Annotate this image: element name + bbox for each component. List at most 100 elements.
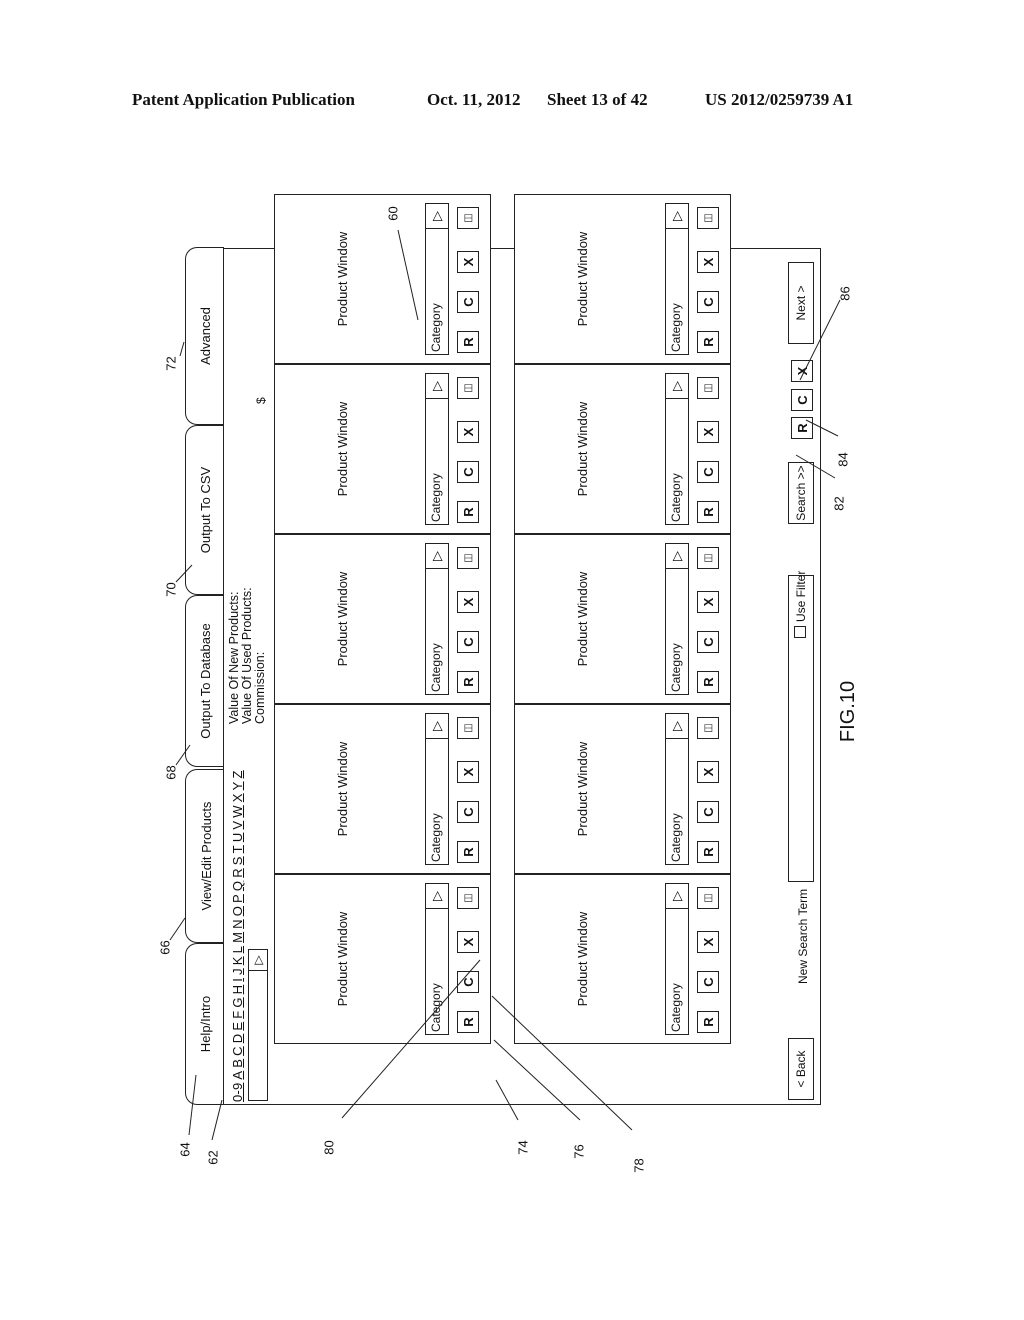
c-button[interactable]: C [457,971,479,993]
triangle-right-icon[interactable]: ▷ [666,204,688,229]
alpha-link-d[interactable]: D [230,1034,245,1044]
alpha-link-q[interactable]: Q [230,881,245,891]
triangle-right-icon[interactable]: ▷ [666,374,688,399]
product-window[interactable]: Product Window Category ▷ R C X ◫ [514,364,731,534]
category-dropdown[interactable]: Category ▷ [425,883,449,1035]
triangle-right-icon[interactable]: ▷ [426,714,448,739]
alpha-link-0-9[interactable]: 0-9 [230,1083,245,1102]
product-window[interactable]: Product Window Category ▷ R C X ◫ [274,534,491,704]
r-button[interactable]: R [697,501,719,523]
alpha-link-b[interactable]: B [230,1059,245,1068]
x-button[interactable]: X [697,421,719,443]
alpha-link-p[interactable]: P [230,894,245,903]
x-button[interactable]: X [457,761,479,783]
triangle-right-icon[interactable]: ▷ [426,884,448,909]
c-button[interactable]: C [457,461,479,483]
x-button[interactable]: X [697,761,719,783]
product-window[interactable]: Product Window Category ▷ R C X ◫ [274,874,491,1044]
product-window[interactable]: Product Window Category ▷ R C X ◫ [514,704,731,874]
minimize-window-icon[interactable]: ◫ [457,377,479,399]
triangle-right-icon[interactable]: ▷ [666,884,688,909]
alphabet-dropdown[interactable]: ▷ [248,949,268,1101]
triangle-right-icon[interactable]: ▷ [666,714,688,739]
c-button[interactable]: C [697,801,719,823]
r-button[interactable]: R [697,1011,719,1033]
product-window[interactable]: Product Window Category ▷ R C X ◫ [514,194,731,364]
alpha-link-h[interactable]: H [230,985,245,995]
use-filter-checkbox[interactable] [794,626,806,638]
alpha-link-s[interactable]: S [230,856,245,865]
triangle-right-icon[interactable]: ▷ [426,374,448,399]
category-dropdown[interactable]: Category ▷ [665,203,689,355]
alpha-link-f[interactable]: F [230,1011,245,1019]
alpha-link-v[interactable]: V [230,821,245,830]
category-dropdown[interactable]: Category ▷ [425,713,449,865]
alpha-link-j[interactable]: J [230,968,245,975]
c-button[interactable]: C [457,631,479,653]
x-button[interactable]: X [457,931,479,953]
x-button[interactable]: X [697,931,719,953]
x-button[interactable]: X [457,251,479,273]
category-dropdown[interactable]: Category ▷ [425,203,449,355]
minimize-window-icon[interactable]: ◫ [697,207,719,229]
tab-view-edit-products[interactable]: View/Edit Products [185,769,226,943]
category-dropdown[interactable]: Category ▷ [665,543,689,695]
x-button[interactable]: X [697,591,719,613]
product-window[interactable]: Product Window Category ▷ R C X ◫ [514,534,731,704]
product-window[interactable]: Product Window Category ▷ R C X ◫ [274,194,491,364]
alpha-link-k[interactable]: K [230,956,245,965]
triangle-right-icon[interactable]: ▷ [426,204,448,229]
category-dropdown[interactable]: Category ▷ [665,373,689,525]
r-button[interactable]: R [457,501,479,523]
alpha-link-y[interactable]: Y [230,781,245,790]
c-button[interactable]: C [697,461,719,483]
minimize-window-icon[interactable]: ◫ [457,887,479,909]
x-button[interactable]: X [457,421,479,443]
alpha-link-c[interactable]: C [230,1046,245,1056]
r-button[interactable]: R [697,671,719,693]
alpha-link-n[interactable]: N [230,919,245,929]
r-button[interactable]: R [697,841,719,863]
r-button[interactable]: R [697,331,719,353]
global-r-button[interactable]: R [791,417,813,439]
triangle-right-icon[interactable]: ▷ [666,544,688,569]
back-button[interactable]: < Back [788,1038,814,1100]
minimize-window-icon[interactable]: ◫ [457,207,479,229]
product-window[interactable]: Product Window Category ▷ R C X ◫ [274,364,491,534]
r-button[interactable]: R [457,1011,479,1033]
tab-help-intro[interactable]: Help/Intro [185,943,224,1105]
alpha-link-w[interactable]: W [230,805,245,817]
c-button[interactable]: C [697,971,719,993]
triangle-right-icon[interactable]: ▷ [426,544,448,569]
product-window[interactable]: Product Window Category ▷ R C X ◫ [514,874,731,1044]
minimize-window-icon[interactable]: ◫ [457,547,479,569]
alpha-link-z[interactable]: Z [230,770,245,778]
alpha-link-i[interactable]: I [230,978,245,982]
c-button[interactable]: C [697,631,719,653]
global-c-button[interactable]: C [791,389,813,411]
category-dropdown[interactable]: Category ▷ [425,543,449,695]
r-button[interactable]: R [457,841,479,863]
alpha-link-a[interactable]: A [230,1071,245,1080]
alpha-link-r[interactable]: R [230,868,245,878]
alpha-link-u[interactable]: U [230,833,245,843]
minimize-window-icon[interactable]: ◫ [697,377,719,399]
category-dropdown[interactable]: Category ▷ [425,373,449,525]
minimize-window-icon[interactable]: ◫ [697,547,719,569]
alpha-link-x[interactable]: X [230,793,245,802]
tab-advanced[interactable]: Advanced [185,247,224,425]
category-dropdown[interactable]: Category ▷ [665,883,689,1035]
r-button[interactable]: R [457,331,479,353]
alpha-link-l[interactable]: L [230,946,245,953]
search-button[interactable]: Search >> [788,462,814,524]
minimize-window-icon[interactable]: ◫ [457,717,479,739]
c-button[interactable]: C [457,291,479,313]
c-button[interactable]: C [697,291,719,313]
global-x-button[interactable]: X [791,360,813,382]
alpha-link-m[interactable]: M [230,932,245,943]
tab-output-to-database[interactable]: Output To Database [185,595,224,767]
r-button[interactable]: R [457,671,479,693]
product-window[interactable]: Product Window Category ▷ R C X ◫ [274,704,491,874]
triangle-right-icon[interactable]: ▷ [249,950,267,971]
minimize-window-icon[interactable]: ◫ [697,717,719,739]
